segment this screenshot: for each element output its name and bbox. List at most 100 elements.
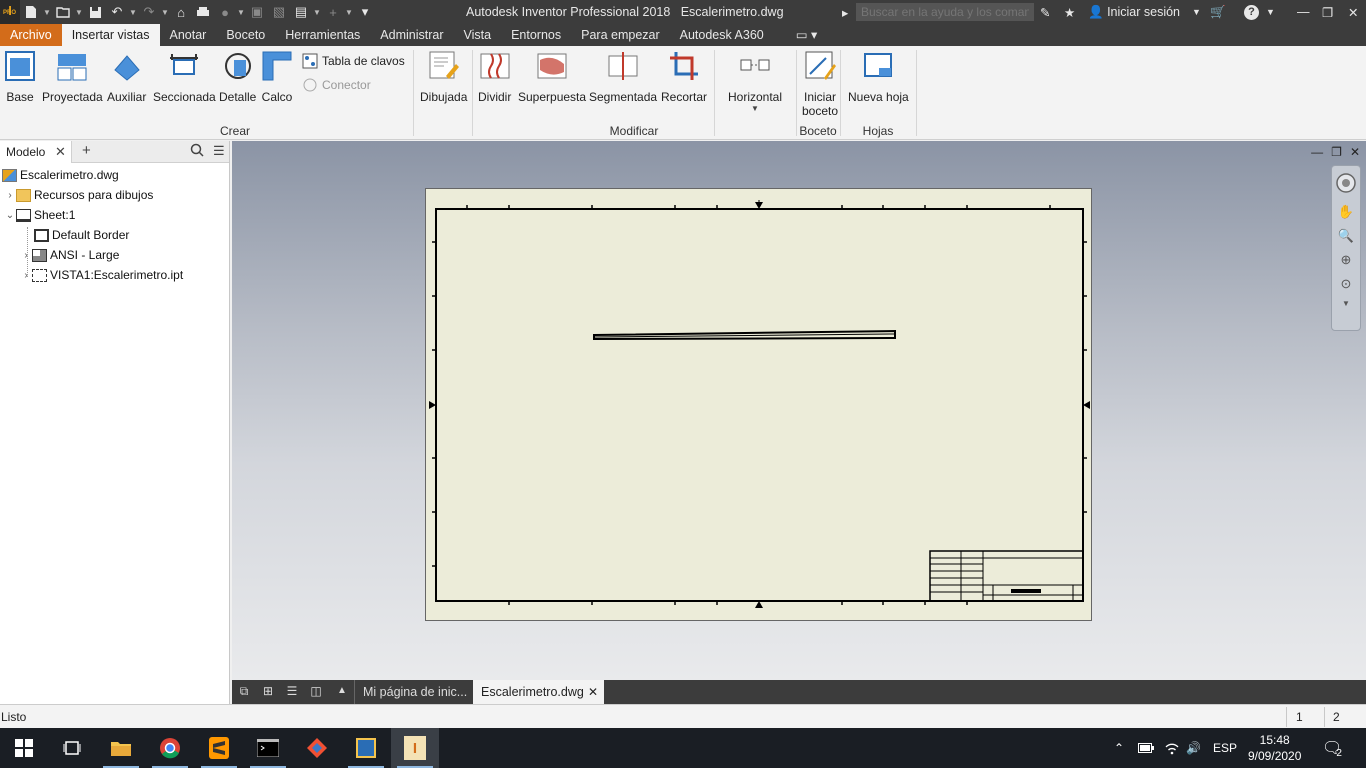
break-out-button[interactable]: Superpuesta [518, 50, 586, 104]
drawing-sheet[interactable] [425, 188, 1092, 621]
inventor-logo[interactable]: I PRO [0, 0, 20, 24]
projected-view-button[interactable]: Proyectada [42, 50, 103, 104]
tree-item-view1[interactable]: › VISTA1:Escalerimetro.ipt [20, 265, 183, 285]
graphics-window[interactable]: — ❐ ✕ ✋ 🔍 ⊕ ⊙ ▼ [232, 141, 1366, 680]
tab-escalerimetro-dwg[interactable]: Escalerimetro.dwg ✕ [473, 680, 604, 704]
home-icon[interactable]: ⌂ [170, 0, 192, 24]
taskbar-inventor[interactable]: I [391, 728, 439, 768]
tab-entornos[interactable]: Entornos [501, 24, 571, 46]
task-view-button[interactable] [48, 728, 96, 768]
arrange-horizontal-icon[interactable]: ☰ [284, 684, 300, 700]
base-view-button[interactable]: Base [4, 50, 36, 104]
tree-item-sheet[interactable]: ⌄ Sheet:1 [4, 205, 76, 225]
undo-icon[interactable]: ↶ [106, 0, 128, 24]
tab-herramientas[interactable]: Herramientas [275, 24, 370, 46]
search-expand-icon[interactable]: ▸ [842, 0, 848, 24]
section-view-button[interactable]: Seccionada [153, 50, 216, 104]
chevron-down-icon[interactable]: ▼ [1266, 0, 1275, 24]
detail-view-button[interactable]: Detalle [219, 50, 256, 104]
close-button[interactable]: ✕ [1348, 0, 1358, 24]
clock[interactable]: 15:48 9/09/2020 [1248, 728, 1301, 768]
zoom-icon[interactable]: 🔍 [1332, 224, 1360, 248]
taskbar-git[interactable] [293, 728, 341, 768]
add-tab-icon[interactable]: + [82, 142, 91, 159]
tile-windows-icon[interactable]: ⊞ [260, 684, 276, 700]
break-button[interactable]: Dividir [478, 50, 511, 104]
taskbar-terminal[interactable] [244, 728, 292, 768]
tab-vista[interactable]: Vista [454, 24, 502, 46]
chevron-down-icon[interactable]: ▼ [344, 8, 354, 17]
tab-para-empezar[interactable]: Para empezar [571, 24, 670, 46]
print-icon[interactable] [192, 0, 214, 24]
tab-home-page[interactable]: Mi página de inic... [354, 680, 475, 704]
start-button[interactable] [0, 728, 48, 768]
chevron-right-icon[interactable]: › [20, 250, 32, 261]
tab-archivo[interactable]: Archivo [0, 24, 62, 46]
tab-anotar[interactable]: Anotar [160, 24, 217, 46]
arrange-vertical-icon[interactable]: ◫ [308, 684, 324, 700]
chevron-down-icon[interactable]: ▼ [42, 8, 52, 17]
tree-item-drawing[interactable]: Escalerimetro.dwg [2, 165, 119, 185]
chevron-down-icon[interactable]: ▼ [160, 8, 170, 17]
start-sketch-button[interactable]: Iniciar boceto [802, 50, 838, 118]
tree-item-border[interactable]: Default Border [34, 225, 129, 245]
minimize-view-icon[interactable]: — [1311, 145, 1323, 159]
appearance-icon[interactable]: ▣ [246, 0, 268, 24]
favorites-star-icon[interactable]: ★ [1064, 0, 1075, 24]
close-view-icon[interactable]: ✕ [1350, 145, 1360, 159]
chevron-right-icon[interactable]: › [20, 270, 32, 281]
zoom-window-icon[interactable]: ⊕ [1332, 248, 1360, 272]
slice-button[interactable]: Segmentada [589, 50, 657, 104]
chevron-down-icon[interactable]: ▼ [236, 8, 246, 17]
sign-in-button[interactable]: 👤 Iniciar sesión [1088, 0, 1180, 24]
minimize-button[interactable]: — [1297, 0, 1310, 24]
close-icon[interactable]: ✕ [55, 144, 66, 160]
help-icon[interactable]: ? [1244, 0, 1259, 24]
cascade-windows-icon[interactable]: ⧉ [236, 684, 252, 700]
communication-center-icon[interactable]: ✎ [1040, 0, 1050, 24]
search-icon[interactable] [190, 143, 204, 160]
battery-icon[interactable] [1138, 728, 1154, 768]
restore-button[interactable]: ❐ [1322, 0, 1333, 24]
ribbon-display-options-icon[interactable]: ▭ ▾ [774, 24, 828, 46]
taskbar-sublime[interactable] [195, 728, 243, 768]
chevron-down-icon[interactable]: ⌄ [4, 210, 16, 221]
help-search-input[interactable] [856, 3, 1034, 21]
new-icon[interactable] [20, 0, 42, 24]
cart-icon[interactable]: 🛒 [1210, 0, 1226, 24]
zoom-all-icon[interactable]: ⊙ [1332, 272, 1360, 296]
overlay-view-button[interactable]: Calco [261, 50, 293, 104]
steering-wheel-icon[interactable] [1332, 166, 1360, 200]
open-icon[interactable] [52, 0, 74, 24]
redo-icon[interactable]: ↷ [138, 0, 160, 24]
wifi-icon[interactable] [1164, 728, 1180, 768]
restore-view-icon[interactable]: ❐ [1331, 145, 1342, 159]
tab-boceto[interactable]: Boceto [216, 24, 275, 46]
hole-table-button[interactable]: Tabla de clavos [302, 53, 405, 69]
measure-icon[interactable]: + [322, 0, 344, 24]
close-icon[interactable]: ✕ [588, 680, 598, 704]
chevron-down-icon[interactable]: ▼ [128, 8, 138, 17]
auxiliary-view-button[interactable]: Auxiliar [107, 50, 146, 104]
sketched-view-button[interactable]: Dibujada [420, 50, 467, 104]
volume-icon[interactable]: 🔊 [1186, 728, 1201, 768]
save-icon[interactable] [84, 0, 106, 24]
clear-override-icon[interactable]: ▧ [268, 0, 290, 24]
taskbar-file-explorer[interactable] [97, 728, 145, 768]
tab-administrar[interactable]: Administrar [370, 24, 453, 46]
tab-autodesk-a360[interactable]: Autodesk A360 [670, 24, 774, 46]
connector-button[interactable]: Conector [302, 77, 371, 93]
chevron-right-icon[interactable]: › [4, 190, 16, 201]
new-sheet-button[interactable]: Nueva hoja [848, 50, 909, 104]
taskbar-chrome[interactable] [146, 728, 194, 768]
chevron-down-icon[interactable]: ▼ [312, 8, 322, 17]
show-hidden-icons[interactable]: ⌃ [1114, 728, 1124, 768]
material-icon[interactable]: ● [214, 0, 236, 24]
crop-button[interactable]: Recortar [661, 50, 707, 104]
input-language[interactable]: ESP [1213, 728, 1237, 768]
chevron-down-icon[interactable]: ▼ [1332, 296, 1360, 310]
tree-item-resources[interactable]: › Recursos para dibujos [4, 185, 153, 205]
update-icon[interactable]: ▤ [290, 0, 312, 24]
tab-insertar-vistas[interactable]: Insertar vistas [61, 24, 160, 46]
open-documents-menu-icon[interactable]: ▲ [334, 685, 350, 701]
